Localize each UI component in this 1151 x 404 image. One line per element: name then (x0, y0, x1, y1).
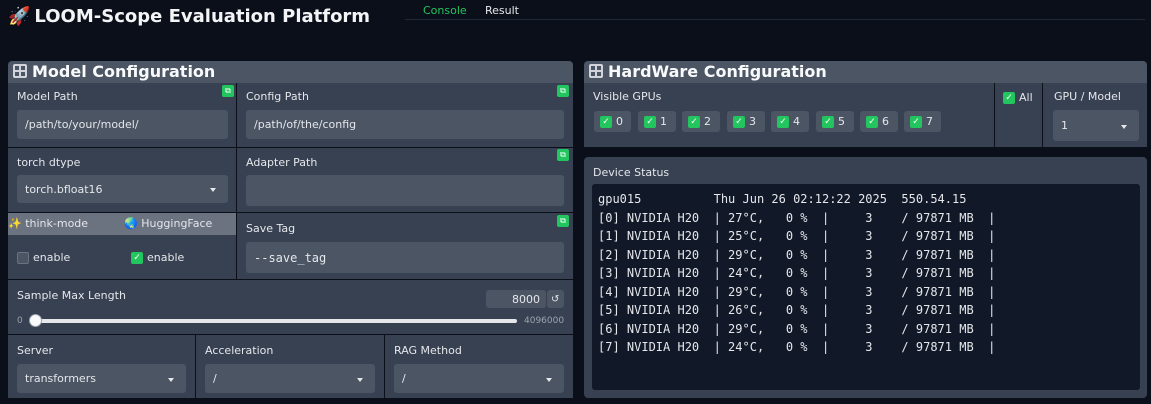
chevron-down-icon (546, 377, 552, 382)
sample-max-length-input[interactable]: 8000 (486, 290, 546, 308)
huggingface-label: 🌏 HuggingFace (124, 217, 213, 230)
save-tag-label: Save Tag (246, 222, 296, 235)
think-mode-label: ✨ think-mode (8, 217, 89, 230)
status-line: [2] NVIDIA H20 | 29°C, 0 % | 3 / 97871 M… (598, 247, 996, 262)
globe-icon: 🌏 (124, 217, 138, 230)
reset-icon[interactable]: ↺ (547, 290, 564, 308)
checkbox-checked-icon: ✓ (688, 115, 700, 128)
status-line: [3] NVIDIA H20 | 24°C, 0 % | 3 / 97871 M… (598, 266, 996, 280)
gpu-checkbox-1[interactable]: ✓ 1 (638, 111, 676, 132)
torch-dtype-value: torch.bfloat16 (25, 182, 103, 196)
rocket-icon: 🚀 (8, 6, 31, 27)
adapter-path-input[interactable] (246, 175, 564, 206)
checkbox-checked-icon: ✓ (822, 115, 834, 128)
gpu-checkbox-0[interactable]: ✓ 0 (594, 111, 631, 132)
gpu-checkbox-4[interactable]: ✓ 4 (771, 111, 809, 132)
gpu-per-model-value: 1 (1061, 119, 1068, 132)
tab-divider (405, 19, 1145, 20)
slider-track[interactable] (33, 319, 517, 323)
gpu-checkbox-5[interactable]: ✓ 5 (816, 111, 854, 132)
all-checkbox[interactable]: ✓ All (1003, 91, 1033, 104)
device-status-label: Device Status (593, 166, 670, 179)
gpu-per-model-select[interactable]: 1 (1053, 110, 1139, 141)
acceleration-label: Acceleration (205, 344, 274, 357)
model-path-input[interactable]: /path/to/your/model/ (17, 110, 228, 139)
copy-icon[interactable]: ⧉ (557, 149, 569, 161)
tab-console[interactable]: Console (423, 4, 467, 20)
acceleration-value: / (213, 372, 217, 385)
status-line: [5] NVIDIA H20 | 26°C, 0 % | 3 / 97871 M… (598, 303, 996, 317)
gpu-checkbox-7[interactable]: ✓ 7 (904, 111, 941, 132)
slider-min-label: 0 (17, 316, 23, 326)
grid-icon (589, 64, 603, 78)
sparkle-icon: ✨ (8, 217, 22, 230)
server-value: transformers (25, 372, 96, 385)
hardware-config-header: HardWare Configuration (584, 61, 1147, 83)
save-tag-input[interactable]: --save_tag (246, 242, 564, 273)
adapter-path-label: Adapter Path (246, 156, 318, 169)
checkbox-checked-icon: ✓ (733, 115, 745, 128)
slider-max-label: 4096000 (524, 316, 565, 326)
slider-handle[interactable] (29, 314, 42, 327)
copy-icon[interactable]: ⧉ (557, 215, 569, 227)
gpu-per-model-label: GPU / Model (1054, 90, 1121, 103)
checkbox-checked-icon: ✓ (866, 115, 878, 128)
copy-icon[interactable]: ⧉ (222, 85, 234, 97)
model-config-header: Model Configuration (8, 61, 573, 83)
server-select[interactable]: transformers (17, 364, 186, 393)
chevron-down-icon (168, 377, 174, 382)
checkbox-checked-icon: ✓ (910, 115, 922, 128)
checkbox-checked-icon: ✓ (600, 115, 612, 128)
chevron-down-icon (1121, 124, 1127, 129)
torch-dtype-label: torch dtype (17, 156, 81, 169)
app-title: 🚀 LOOM-Scope Evaluation Platform (8, 6, 371, 27)
device-status-output: gpu015 Thu Jun 26 02:12:22 2025 550.54.1… (592, 184, 1140, 390)
rag-method-value: / (402, 372, 406, 385)
gpu-checkbox-3[interactable]: ✓ 3 (727, 111, 765, 132)
chevron-down-icon (210, 188, 216, 192)
checkbox-checked-icon: ✓ (131, 252, 143, 264)
top-bar: 🚀 LOOM-Scope Evaluation Platform Console … (0, 0, 1151, 40)
think-mode-checkbox[interactable]: enable (17, 251, 70, 264)
copy-icon[interactable]: ⧉ (557, 85, 569, 97)
status-line: gpu015 Thu Jun 26 02:12:22 2025 550.54.1… (598, 192, 967, 206)
status-line: [0] NVIDIA H20 | 27°C, 0 % | 3 / 97871 M… (598, 210, 996, 225)
sample-max-length-label: Sample Max Length (17, 289, 126, 302)
checkbox-checked-icon: ✓ (644, 115, 656, 128)
grid-icon (13, 64, 27, 78)
torch-dtype-select[interactable]: torch.bfloat16 (17, 175, 228, 203)
model-path-label: Model Path (17, 90, 78, 103)
gpu-checkbox-2[interactable]: ✓ 2 (682, 111, 720, 132)
config-path-input[interactable]: /path/of/the/config (246, 110, 564, 139)
hardware-config-title: HardWare Configuration (608, 62, 827, 81)
server-label: Server (17, 344, 54, 357)
gpu-checkbox-6[interactable]: ✓ 6 (860, 111, 898, 132)
status-line: [4] NVIDIA H20 | 29°C, 0 % | 3 / 97871 M… (598, 284, 996, 299)
chevron-down-icon (357, 377, 363, 382)
checkbox-checked-icon: ✓ (1003, 92, 1015, 104)
status-line: [7] NVIDIA H20 | 24°C, 0 % | 3 / 97871 M… (598, 340, 996, 354)
tab-result[interactable]: Result (485, 4, 519, 17)
acceleration-select[interactable]: / (205, 364, 375, 393)
status-line: [6] NVIDIA H20 | 29°C, 0 % | 3 / 97871 M… (598, 321, 996, 336)
rag-method-label: RAG Method (394, 344, 462, 357)
config-path-label: Config Path (246, 90, 309, 103)
status-line: [1] NVIDIA H20 | 25°C, 0 % | 3 / 97871 M… (598, 229, 996, 243)
visible-gpus-label: Visible GPUs (593, 90, 662, 103)
huggingface-checkbox[interactable]: ✓ enable (131, 251, 184, 264)
checkbox-checked-icon: ✓ (777, 115, 789, 128)
checkbox-unchecked-icon (17, 252, 29, 264)
rag-method-select[interactable]: / (394, 364, 564, 393)
model-config-title: Model Configuration (32, 62, 216, 81)
